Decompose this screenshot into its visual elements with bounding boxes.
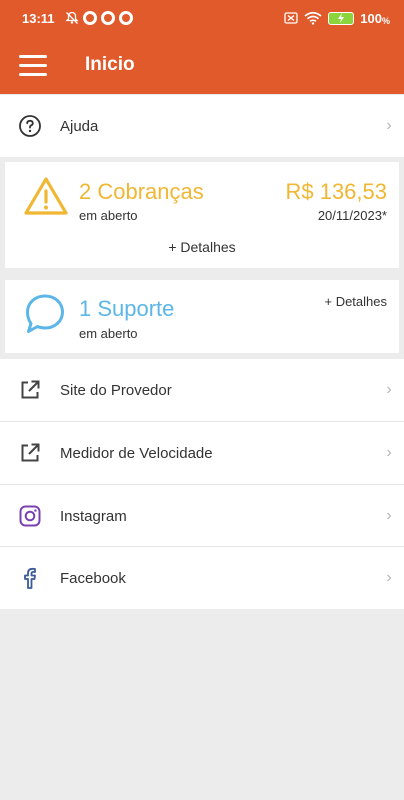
app-notification-icon — [118, 11, 133, 25]
wifi-icon — [304, 11, 322, 25]
speed-test-row[interactable]: Medidor de Velocidade › — [0, 422, 404, 484]
warning-icon — [24, 177, 68, 215]
chevron-right-icon: › — [386, 381, 392, 398]
provider-site-label: Site do Provedor — [60, 381, 172, 399]
billing-title: 2 Cobranças — [79, 179, 204, 204]
billing-card[interactable]: 2 Cobranças em aberto R$ 136,53 20/11/20… — [5, 162, 399, 268]
status-time: 13:11 — [22, 10, 55, 26]
chevron-right-icon: › — [386, 569, 392, 586]
facebook-icon — [24, 567, 36, 589]
help-icon — [19, 115, 41, 137]
app-notification-icon — [100, 11, 115, 25]
instagram-label: Instagram — [60, 507, 127, 525]
instagram-row[interactable]: Instagram › — [0, 485, 404, 547]
battery-icon — [328, 11, 355, 25]
provider-site-row[interactable]: Site do Provedor › — [0, 359, 404, 421]
app-bar: Inicio — [0, 36, 404, 94]
menu-icon — [19, 54, 47, 58]
percent-sign: % — [381, 15, 390, 26]
billing-details-link[interactable]: + Detalhes — [5, 239, 399, 255]
menu-button[interactable] — [0, 36, 70, 94]
facebook-row[interactable]: Facebook › — [0, 547, 404, 609]
facebook-label: Facebook — [60, 569, 126, 587]
status-bar: 13:11 100% — [0, 0, 404, 36]
chevron-right-icon: › — [386, 507, 392, 524]
battery-level: 100 — [360, 10, 382, 26]
app-notification-icon — [82, 11, 97, 25]
help-label: Ajuda — [60, 117, 99, 135]
help-row[interactable]: Ajuda › — [0, 95, 404, 157]
external-link-icon — [21, 443, 40, 462]
sim-off-icon — [284, 12, 298, 24]
support-title: 1 Suporte — [79, 296, 175, 321]
billing-amount: R$ 136,53 — [285, 179, 387, 204]
speed-test-label: Medidor de Velocidade — [60, 444, 213, 462]
external-link-icon — [21, 380, 40, 399]
notifications-off-icon — [64, 11, 79, 24]
billing-due-date: 20/11/2023* — [317, 208, 387, 223]
chat-bubble-icon — [26, 294, 64, 333]
billing-subtitle: em aberto — [79, 208, 138, 223]
chevron-right-icon: › — [386, 117, 392, 134]
support-details-link[interactable]: + Detalhes — [324, 294, 387, 309]
support-card[interactable]: 1 Suporte em aberto + Detalhes — [5, 280, 399, 353]
chevron-right-icon: › — [386, 444, 392, 461]
support-subtitle: em aberto — [79, 326, 138, 341]
page-title: Inicio — [85, 54, 135, 75]
instagram-icon — [19, 505, 41, 527]
